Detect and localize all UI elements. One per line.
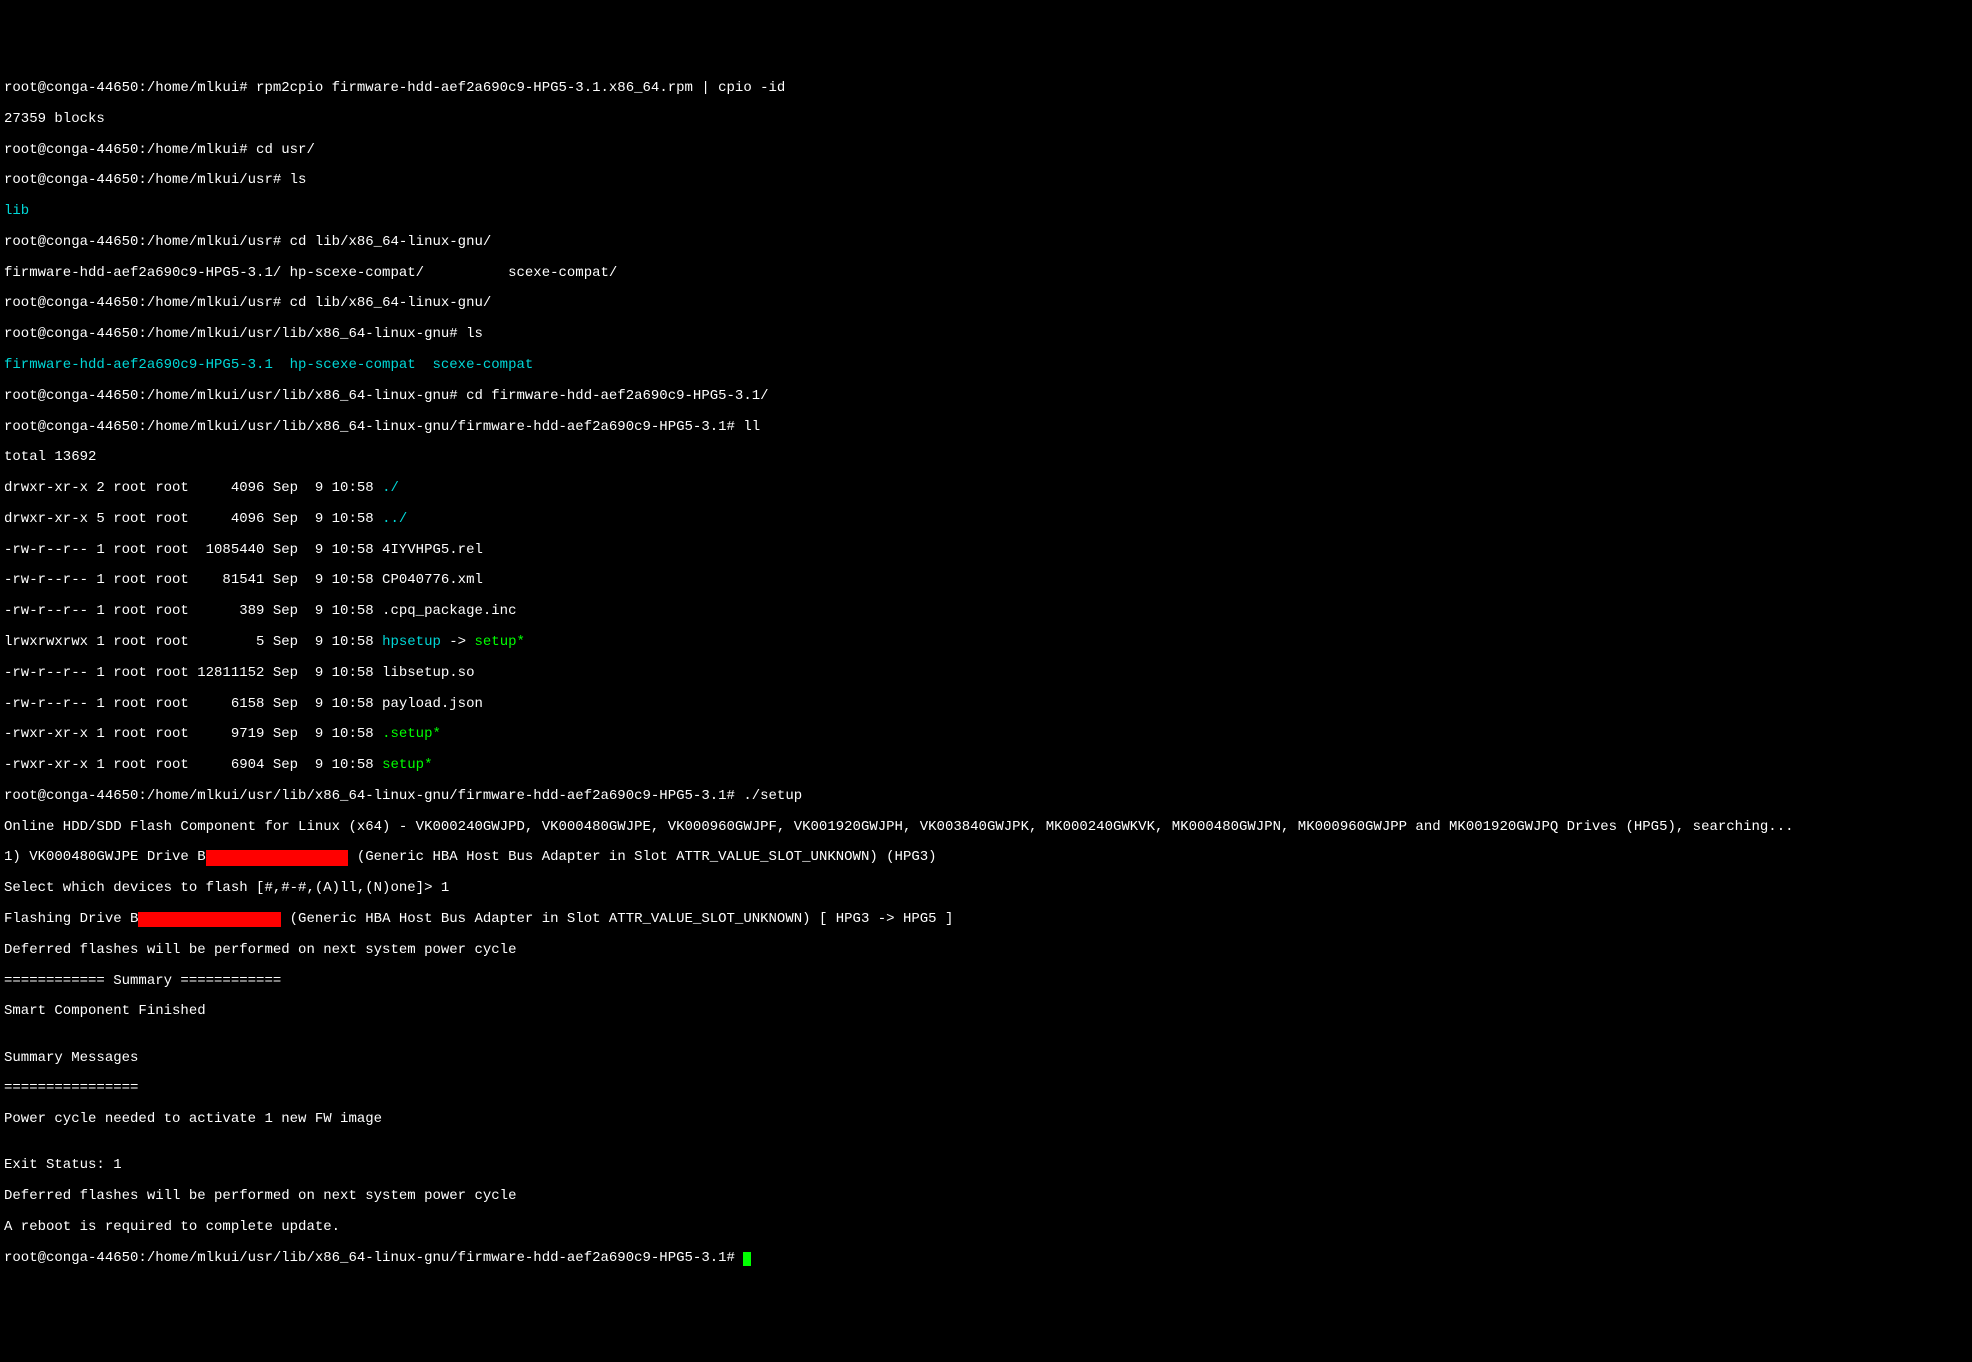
setup-device-line: 1) VK000480GWJPE Drive BXXXXXXXXXXXXXXXX… [4, 850, 1968, 865]
redacted-serial: XXXXXXXXXXXXXXXXX [206, 850, 349, 865]
summary-header: ============ Summary ============ [4, 974, 1968, 989]
output-line: firmware-hdd-aef2a690c9-HPG5-3.1/ hp-sce… [4, 266, 1968, 281]
summary-messages-header: Summary Messages [4, 1051, 1968, 1066]
cmd-line: root@conga-44650:/home/mlkui/usr/lib/x86… [4, 789, 1968, 804]
terminal-output[interactable]: root@conga-44650:/home/mlkui# rpm2cpio f… [4, 66, 1968, 1282]
cmd-line: root@conga-44650:/home/mlkui/usr/lib/x86… [4, 420, 1968, 435]
setup-prompt-line: Select which devices to flash [#,#-#,(A)… [4, 881, 1968, 896]
ll-entry-exec: -rwxr-xr-x 1 root root 9719 Sep 9 10:58 … [4, 727, 1968, 742]
cursor-icon [743, 1252, 751, 1266]
ll-total: total 13692 [4, 450, 1968, 465]
ll-entry: drwxr-xr-x 2 root root 4096 Sep 9 10:58 … [4, 481, 1968, 496]
output-line: Deferred flashes will be performed on ne… [4, 1189, 1968, 1204]
exit-status: Exit Status: 1 [4, 1158, 1968, 1173]
output-line: 27359 blocks [4, 112, 1968, 127]
setup-flashing-line: Flashing Drive BXXXXXXXXXXXXXXXXX (Gener… [4, 912, 1968, 927]
prompt-line[interactable]: root@conga-44650:/home/mlkui/usr/lib/x86… [4, 1251, 1968, 1266]
cmd-line: root@conga-44650:/home/mlkui/usr# cd lib… [4, 235, 1968, 250]
ls-output-dir: lib [4, 204, 1968, 219]
summary-message: Power cycle needed to activate 1 new FW … [4, 1112, 1968, 1127]
cmd-line: root@conga-44650:/home/mlkui# cd usr/ [4, 143, 1968, 158]
setup-output: Deferred flashes will be performed on ne… [4, 943, 1968, 958]
ll-entry: -rw-r--r-- 1 root root 1085440 Sep 9 10:… [4, 543, 1968, 558]
summary-line: Smart Component Finished [4, 1004, 1968, 1019]
ll-entry-exec: -rwxr-xr-x 1 root root 6904 Sep 9 10:58 … [4, 758, 1968, 773]
ll-entry: drwxr-xr-x 5 root root 4096 Sep 9 10:58 … [4, 512, 1968, 527]
cmd-line: root@conga-44650:/home/mlkui/usr# cd lib… [4, 296, 1968, 311]
ll-entry: -rw-r--r-- 1 root root 389 Sep 9 10:58 .… [4, 604, 1968, 619]
ll-entry: -rw-r--r-- 1 root root 81541 Sep 9 10:58… [4, 573, 1968, 588]
ls-output-dirs: firmware-hdd-aef2a690c9-HPG5-3.1 hp-scex… [4, 358, 1968, 373]
divider: ================ [4, 1081, 1968, 1096]
cmd-line: root@conga-44650:/home/mlkui/usr/lib/x86… [4, 389, 1968, 404]
setup-output: Online HDD/SDD Flash Component for Linux… [4, 820, 1968, 835]
ll-entry: -rw-r--r-- 1 root root 6158 Sep 9 10:58 … [4, 697, 1968, 712]
cmd-line: root@conga-44650:/home/mlkui# rpm2cpio f… [4, 81, 1968, 96]
redacted-serial: XXXXXXXXXXXXXXXXX [138, 912, 281, 927]
cmd-line: root@conga-44650:/home/mlkui/usr/lib/x86… [4, 327, 1968, 342]
ll-entry: -rw-r--r-- 1 root root 12811152 Sep 9 10… [4, 666, 1968, 681]
ll-entry-symlink: lrwxrwxrwx 1 root root 5 Sep 9 10:58 hps… [4, 635, 1968, 650]
cmd-line: root@conga-44650:/home/mlkui/usr# ls [4, 173, 1968, 188]
output-line: A reboot is required to complete update. [4, 1220, 1968, 1235]
